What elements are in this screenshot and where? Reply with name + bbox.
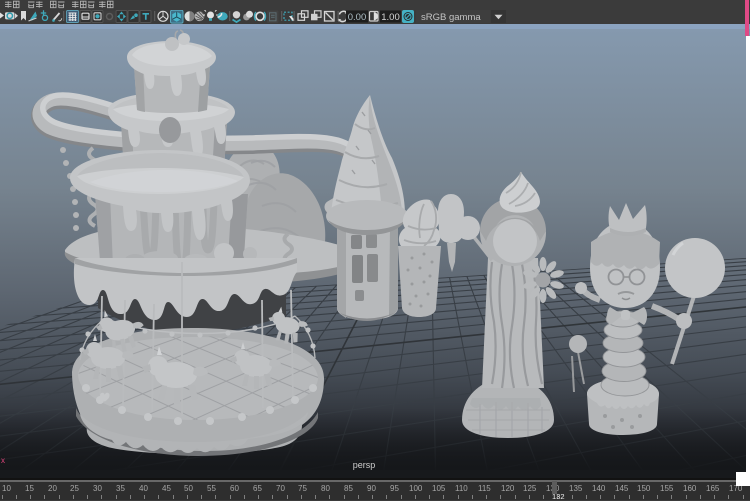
svg-text:sRGB gamma: sRGB gamma xyxy=(421,12,481,23)
svg-text:x: x xyxy=(1,456,5,465)
svg-text:persp: persp xyxy=(353,460,376,470)
svg-text:1.00: 1.00 xyxy=(381,12,400,23)
svg-text:0.00: 0.00 xyxy=(348,12,367,23)
